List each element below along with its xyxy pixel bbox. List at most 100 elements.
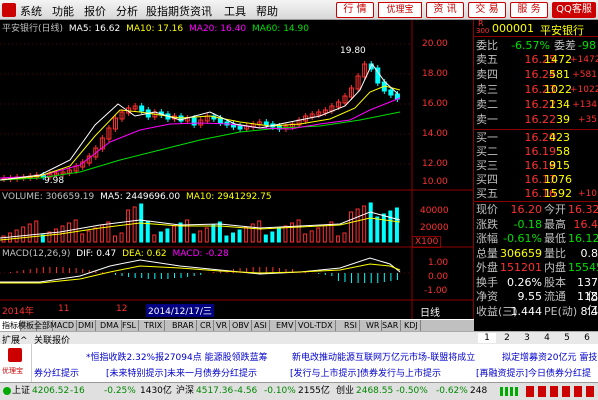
quote-page-tab[interactable]: 3: [518, 333, 536, 343]
ma60-label: MA60: 14.90: [251, 24, 309, 34]
news-item-4[interactable]: 券分红提示: [34, 366, 79, 379]
cy-index-label[interactable]: 创业: [336, 383, 354, 399]
news-button[interactable]: 资 讯: [426, 2, 464, 18]
ask-label: 卖一: [476, 113, 498, 126]
bid-row[interactable]: 买一 16.20 423: [474, 131, 598, 145]
ask-volume: 1472: [544, 53, 572, 66]
news-item-2[interactable]: 新电改推动能源互联网万亿元市场-联盟将成立: [292, 350, 475, 363]
status-icons[interactable]: [526, 386, 596, 397]
volume-bar: [303, 233, 308, 243]
bid-volume: 915: [549, 159, 570, 172]
app-icon[interactable]: [2, 3, 16, 17]
menu-bar: 系统 功能 报价 分析 股指期货 资讯 工具 帮助 行 情 优理宝 资 讯 交 …: [0, 0, 598, 20]
dea-label: DEA: 0.62: [122, 249, 167, 259]
cy-index-pct: -0.62%: [436, 386, 468, 396]
trade-button[interactable]: 交 易: [468, 2, 506, 18]
period-label[interactable]: 日线: [420, 304, 440, 319]
stat-row: 换手 0.26% 股本 137亿: [474, 275, 598, 303]
hs-index-label[interactable]: 沪深: [176, 383, 194, 399]
quote-page-tab[interactable]: 5: [558, 333, 576, 343]
macd-axis-neg1: -1.00: [424, 286, 448, 296]
bid-label: 买三: [476, 159, 498, 172]
stat-label-2: 流通: [544, 290, 566, 303]
low-price-label: 9.98: [44, 176, 65, 186]
status-red-dot: [3, 387, 11, 395]
menu-analysis[interactable]: 分析: [116, 3, 138, 19]
volume-bar: [80, 233, 85, 243]
menu-tools[interactable]: 工具: [224, 3, 246, 19]
indicator-tab-bar: 指标 模板 全部 MACD DMI DMA FSL TRIX BRAR CR VR OBV ASI EMV…: [0, 319, 474, 332]
price-axis-16: 16.00: [422, 99, 448, 109]
hs-index-pct: -0.10%: [264, 386, 296, 396]
volume-bar: [198, 230, 203, 243]
vol-ma10-label: MA10: 2941292.75: [185, 192, 272, 202]
volume-bar: [394, 207, 399, 243]
price-axis-10: 10.00: [422, 177, 448, 187]
stat-row: 现价 16.20 今开 16.32: [474, 203, 598, 217]
volume-bar: [204, 227, 209, 243]
bid-row[interactable]: 买五 16.16 1592 +10: [474, 187, 598, 201]
stat-label-2: 今开: [544, 203, 566, 216]
ask-change: +581: [572, 70, 597, 80]
ask-row[interactable]: 卖四 16.24 581 +581: [474, 68, 598, 82]
quote-page-tab[interactable]: 1: [478, 333, 496, 343]
news-item-6[interactable]: [发行与上市提示]债券发行与上市提示: [290, 366, 441, 379]
ask-row[interactable]: 卖五 16.25 1472 +1472: [474, 53, 598, 67]
bid-row[interactable]: 买三 16.18 915: [474, 159, 598, 173]
ask-label: 卖三: [476, 83, 498, 96]
ask-label: 卖二: [476, 98, 498, 111]
ma10-line: [0, 85, 401, 181]
volume-bar: [224, 235, 229, 243]
stat-value-2: 8.4: [580, 304, 598, 318]
stat-row: 涨跌 -0.18 最高 16.4: [474, 218, 598, 232]
quote-page-tab[interactable]: 2: [498, 333, 516, 343]
volume-bar: [53, 228, 58, 243]
high-price-label: 19.80: [340, 46, 366, 56]
volume-bar: [368, 202, 373, 243]
bid-row[interactable]: 买二 16.19 58: [474, 145, 598, 159]
ask-volume: 134: [549, 98, 570, 111]
dif-label: DIF: 0.47: [76, 249, 117, 259]
chart-title: 平安银行(日线): [2, 24, 64, 34]
qq-service-button[interactable]: QQ客服: [552, 2, 596, 18]
bid-volume: 58: [556, 145, 570, 158]
menu-system[interactable]: 系统: [20, 3, 42, 19]
quote-page-tab[interactable]: 4: [538, 333, 556, 343]
ask-row[interactable]: 卖三 16.23 1022 +1022: [474, 83, 598, 97]
candle-body: [237, 125, 243, 130]
bid-label: 买二: [476, 145, 498, 158]
candle-body: [263, 121, 269, 126]
ask-row[interactable]: 卖一 16.22 39 +35: [474, 113, 598, 127]
volume-bar: [165, 228, 170, 243]
hs-index-volume: 2155亿: [298, 386, 330, 396]
stat-label: 换手: [476, 275, 498, 289]
news-item-5[interactable]: [未来特别提示]未来一月债券分红提示: [106, 366, 257, 379]
menu-index-futures[interactable]: 股指期货: [146, 3, 190, 19]
sh-index-label[interactable]: 上证: [12, 383, 30, 399]
service-button[interactable]: 服 务: [510, 2, 548, 18]
quote-page-tab[interactable]: 6: [578, 333, 596, 343]
kline-chart-area[interactable]: 平安银行(日线) MA5: 16.62 MA10: 17.16 MA20: 16…: [0, 20, 474, 320]
volume-bars: [1, 202, 399, 243]
ask-row[interactable]: 卖二 16.22 134 +134: [474, 98, 598, 112]
volume-bar: [355, 208, 360, 243]
price-axis-18: 18.00: [422, 69, 448, 79]
price-axis-20: 20.00: [422, 39, 448, 49]
market-button[interactable]: 行 情: [336, 2, 374, 18]
hs-index-value: 4517.36: [196, 386, 234, 396]
bid-row[interactable]: 买四 16.17 1076: [474, 173, 598, 187]
menu-help[interactable]: 帮助: [256, 3, 278, 19]
menu-quote[interactable]: 报价: [84, 3, 106, 19]
news-item-7[interactable]: [再融资提示]今日债券分红提: [476, 366, 591, 379]
volume-bar: [34, 220, 39, 243]
menu-news[interactable]: 资讯: [190, 3, 212, 19]
vol-ma5-label: MA5: 2449696.00: [100, 192, 181, 202]
stat-value-2: 0.8: [580, 246, 598, 260]
menu-function[interactable]: 功能: [52, 3, 74, 19]
stat-label: 净资: [476, 290, 498, 303]
news-item-1[interactable]: *恒指收跌2.32%报27094点 能源股领跌蓝筹: [86, 350, 268, 363]
chart-canvas[interactable]: [0, 20, 474, 320]
news-item-3[interactable]: 拟定增募资20亿元 雷技: [502, 350, 597, 363]
stat-label: 涨幅: [476, 232, 498, 245]
volume-bar: [362, 205, 367, 243]
